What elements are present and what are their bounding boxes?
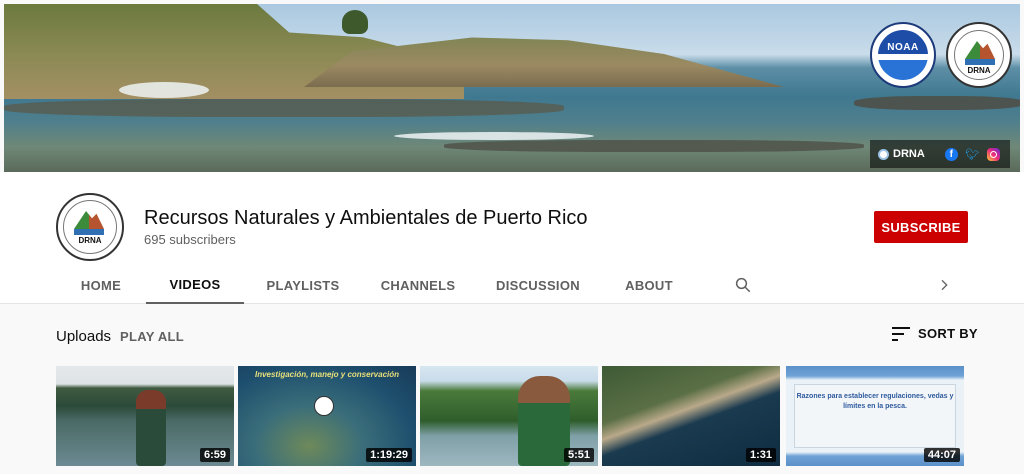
play-all-button[interactable]: PLAY ALL [120, 329, 184, 344]
tab-channels[interactable]: CHANNELS [362, 266, 474, 304]
banner-rocks [4, 99, 564, 117]
banner-rocks [444, 140, 864, 152]
videos-section: Uploads PLAY ALL SORT BY 6:59 Investigac… [0, 305, 1024, 474]
drna-seal-logo: DRNA [946, 22, 1012, 88]
banner-link-website[interactable]: DRNA [878, 148, 925, 160]
video-thumbnail[interactable]: 6:59 [56, 366, 234, 466]
thumbnail-title-text: Investigación, manejo y conservación [254, 370, 400, 379]
video-thumbnail[interactable]: 5:51 [420, 366, 598, 466]
video-thumbnail[interactable]: 1:31 [602, 366, 780, 466]
banner-palm [342, 10, 368, 34]
sort-by-label: SORT BY [918, 326, 978, 341]
tab-playlists[interactable]: PLAYLISTS [244, 266, 362, 304]
noaa-seal-logo: NOAA [870, 22, 936, 88]
channel-tabs: HOME VIDEOS PLAYLISTS CHANNELS DISCUSSIO… [56, 266, 696, 304]
drna-seal-text: DRNA [967, 66, 991, 75]
banner-foam [394, 132, 594, 140]
search-icon[interactable] [734, 276, 752, 294]
channel-header: DRNA Recursos Naturales y Ambientales de… [0, 172, 1024, 304]
banner-rocks [854, 96, 1020, 110]
globe-icon [878, 148, 889, 160]
tab-about[interactable]: ABOUT [602, 266, 696, 304]
banner-foam [119, 82, 209, 98]
drna-logo-icon [314, 396, 334, 416]
video-duration: 44:07 [923, 448, 960, 462]
subscribe-button[interactable]: SUBSCRIBE [874, 211, 968, 243]
section-title: Uploads [56, 328, 112, 345]
thumbnail-title-text: Razones para establecer regulaciones, ve… [796, 393, 954, 410]
banner-link-label: DRNA [893, 148, 925, 160]
channel-page: NOAA DRNA DRNA f 🐦︎ DRNA Recursos Natura… [0, 0, 1024, 474]
channel-avatar[interactable]: DRNA [56, 193, 124, 261]
video-duration: 1:19:29 [366, 448, 412, 462]
banner-links: DRNA f 🐦︎ [870, 140, 1010, 168]
sort-icon [892, 326, 910, 341]
instagram-icon[interactable] [986, 147, 1000, 161]
chevron-right-icon[interactable] [936, 276, 952, 294]
sort-by-button[interactable]: SORT BY [892, 326, 978, 341]
tab-home[interactable]: HOME [56, 266, 146, 304]
video-duration: 1:31 [745, 448, 776, 462]
video-thumbnail[interactable]: Investigación, manejo y conservación 1:1… [238, 366, 416, 466]
noaa-seal-text: NOAA [887, 42, 919, 53]
video-duration: 5:51 [563, 448, 594, 462]
tab-discussion[interactable]: DISCUSSION [474, 266, 602, 304]
tab-videos[interactable]: VIDEOS [146, 266, 244, 304]
subscriber-count: 695 subscribers [144, 232, 236, 247]
channel-banner: NOAA DRNA DRNA f 🐦︎ [4, 4, 1020, 172]
video-duration: 6:59 [199, 448, 230, 462]
twitter-icon[interactable]: 🐦︎ [965, 149, 979, 161]
facebook-icon[interactable]: f [944, 147, 958, 161]
avatar-text: DRNA [78, 236, 102, 245]
video-thumbnail[interactable]: Razones para establecer regulaciones, ve… [786, 366, 964, 466]
channel-name: Recursos Naturales y Ambientales de Puer… [144, 207, 588, 229]
banner-headland [304, 37, 784, 87]
